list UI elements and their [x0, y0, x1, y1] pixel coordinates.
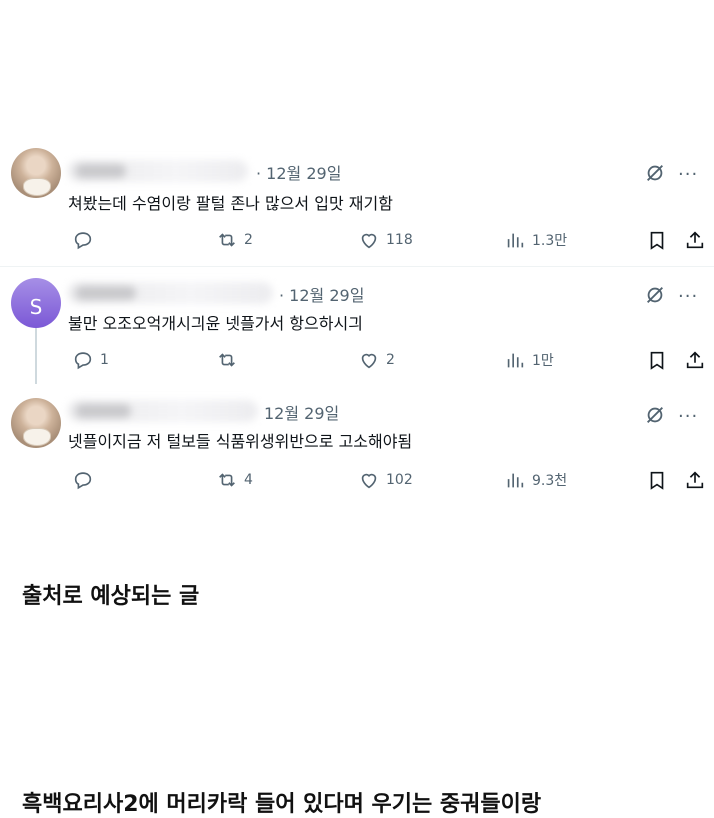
heart-icon	[361, 353, 377, 369]
action-bar: 2 118 1.3만	[0, 228, 714, 252]
views-button[interactable]: 9.3천	[504, 468, 567, 492]
share-icon	[686, 351, 704, 369]
post-date[interactable]: · 12월 29일	[279, 282, 364, 306]
reply-icon	[74, 472, 92, 490]
views-count: 1.3만	[532, 233, 568, 249]
more-icon[interactable]: ···	[678, 406, 698, 427]
reply-button[interactable]	[72, 228, 100, 252]
reply-icon	[74, 232, 92, 250]
post-top-icons: ···	[644, 404, 704, 427]
views-icon	[507, 473, 524, 488]
post-top-icons: ···	[644, 284, 704, 307]
post-text: 쳐봤는데 수염이랑 팔털 존나 많으서 입맛 재기함	[68, 194, 393, 213]
views-button[interactable]: 1.3만	[504, 228, 567, 252]
heart-icon	[361, 473, 377, 489]
author-name[interactable]	[68, 282, 273, 304]
more-icon[interactable]: ···	[678, 164, 698, 185]
like-button[interactable]: 118	[358, 228, 413, 252]
post-date[interactable]: · 12월 29일	[256, 160, 341, 184]
repost-button[interactable]	[216, 348, 244, 372]
repost-button[interactable]: 4	[216, 468, 253, 492]
like-button[interactable]: 2	[358, 348, 395, 372]
post-text: 불만 오조오억개시긔윤 넷플가서 항으하시긔	[68, 314, 363, 333]
avatar[interactable]: S	[11, 278, 61, 328]
action-bar: 4 102 9.3천	[0, 468, 714, 492]
share-button[interactable]	[684, 228, 706, 252]
bookmark-button[interactable]	[646, 348, 668, 372]
views-count: 1만	[532, 353, 554, 369]
author-name[interactable]	[68, 400, 258, 422]
repost-icon	[219, 233, 235, 247]
like-count: 102	[386, 472, 413, 488]
bookmark-icon	[650, 471, 664, 490]
post-text: 넷플이지금 저 털보들 식품위생위반으로 고소해야됨	[68, 432, 413, 451]
post-date[interactable]: 12월 29일	[264, 400, 339, 424]
avatar[interactable]	[11, 398, 61, 448]
avatar[interactable]	[11, 148, 61, 198]
action-bar: 1 2 1만	[0, 348, 714, 372]
repost-count: 4	[244, 472, 253, 488]
grok-icon[interactable]	[644, 162, 666, 184]
reply-button[interactable]: 1	[72, 348, 109, 372]
views-icon	[507, 233, 524, 248]
author-name[interactable]	[68, 160, 248, 182]
post-1[interactable]: · 12월 29일 ··· 쳐봤는데 수염이랑 팔털 존나 많으서 입맛 재기함…	[0, 140, 714, 265]
views-icon	[507, 353, 524, 368]
reply-button[interactable]	[72, 468, 100, 492]
repost-button[interactable]: 2	[216, 228, 253, 252]
repost-count: 2	[244, 232, 253, 248]
like-count: 118	[386, 232, 413, 248]
views-button[interactable]: 1만	[504, 348, 554, 372]
more-icon[interactable]: ···	[678, 286, 698, 307]
reply-icon	[74, 352, 92, 370]
bookmark-icon	[650, 351, 664, 370]
grok-icon[interactable]	[644, 284, 666, 306]
caption-bottom: 흑백요리사2에 머리카락 들어 있다며 우기는 중궈들이랑	[22, 792, 542, 817]
heart-icon	[361, 233, 377, 249]
repost-icon	[219, 353, 235, 367]
share-icon	[686, 231, 704, 249]
post-2[interactable]: S · 12월 29일 ··· 불만 오조오억개시긔윤 넷플가서 항으하시긔 1…	[0, 262, 714, 387]
bookmark-button[interactable]	[646, 468, 668, 492]
reply-count: 1	[100, 352, 109, 368]
share-button[interactable]	[684, 348, 706, 372]
caption-source: 출처로 예상되는 글	[22, 584, 200, 609]
like-button[interactable]: 102	[358, 468, 413, 492]
share-button[interactable]	[684, 468, 706, 492]
repost-icon	[219, 473, 235, 487]
post-top-icons: ···	[644, 162, 704, 185]
bookmark-button[interactable]	[646, 228, 668, 252]
post-3[interactable]: 12월 29일 ··· 넷플이지금 저 털보들 식품위생위반으로 고소해야됨 4…	[0, 386, 714, 511]
bookmark-icon	[650, 231, 664, 250]
views-count: 9.3천	[532, 473, 568, 489]
share-icon	[686, 471, 704, 489]
like-count: 2	[386, 352, 395, 368]
grok-icon[interactable]	[644, 404, 666, 426]
